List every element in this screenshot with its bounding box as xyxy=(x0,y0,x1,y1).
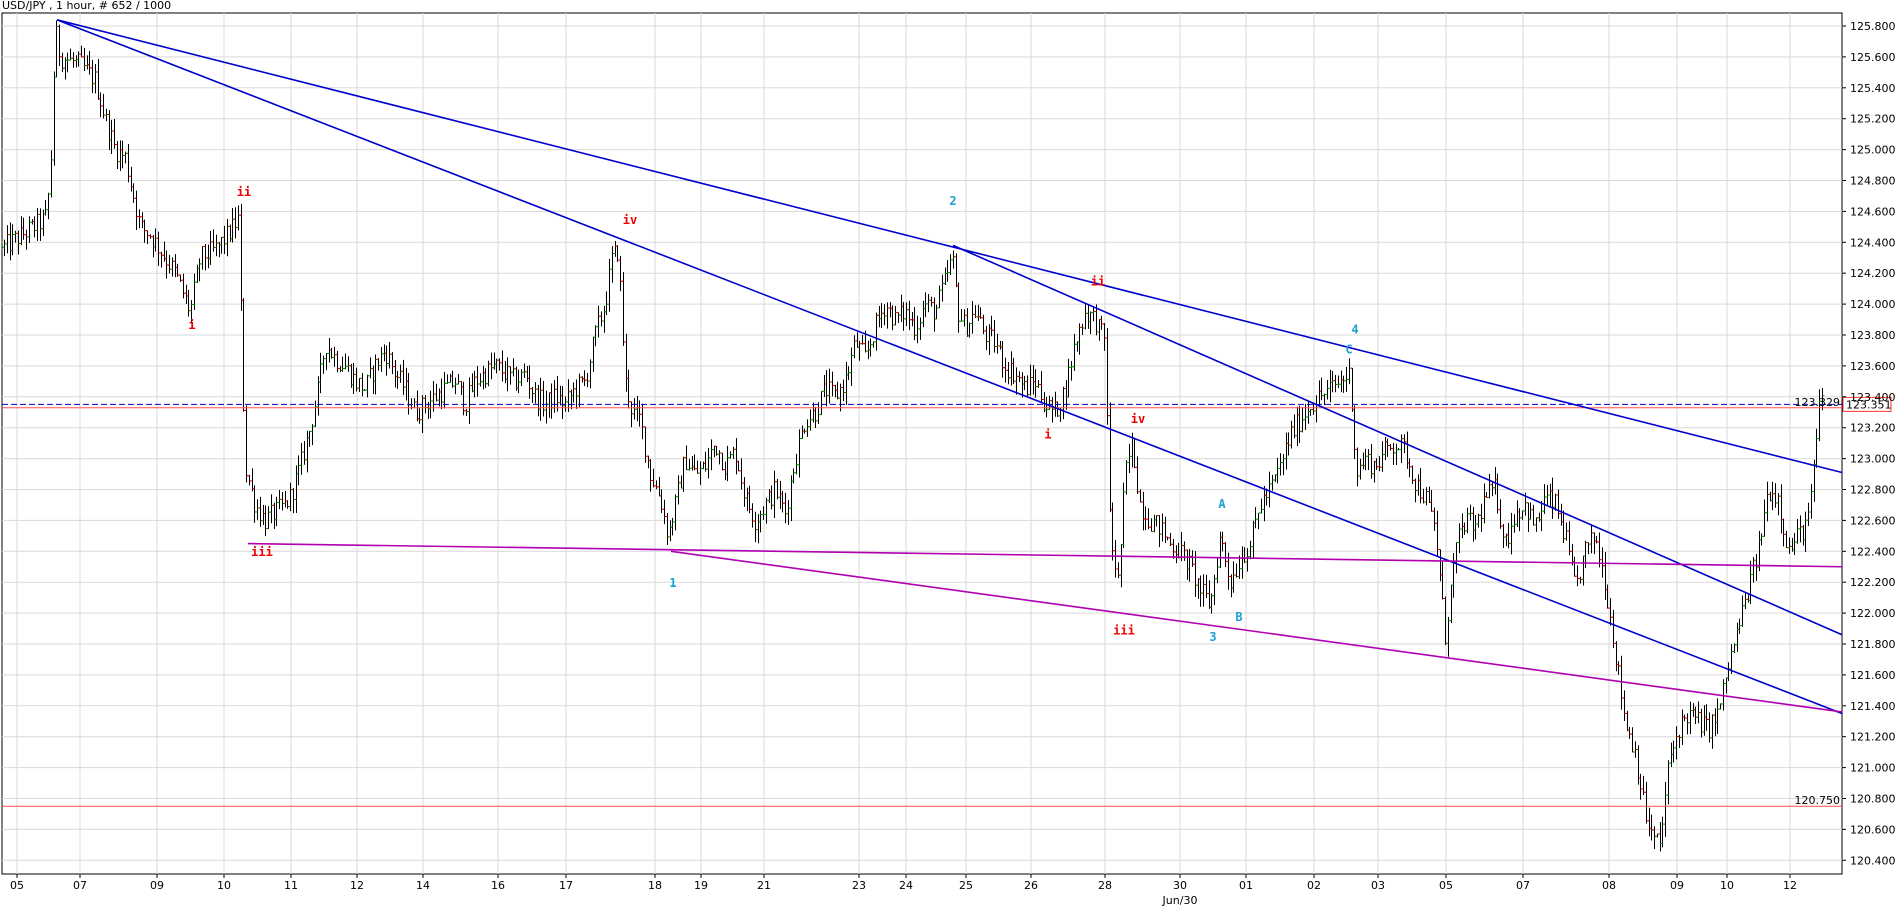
x-tick-label: 28 xyxy=(1098,879,1112,892)
y-tick-label: 121.200 xyxy=(1850,731,1896,744)
y-tick-label: 124.000 xyxy=(1850,298,1896,311)
y-tick-label: 120.800 xyxy=(1850,793,1896,806)
wave-label: iii xyxy=(251,545,273,559)
y-tick-label: 121.800 xyxy=(1850,638,1896,651)
x-tick-label: 23 xyxy=(852,879,866,892)
x-tick-label: 02 xyxy=(1307,879,1321,892)
x-tick-label: 30 xyxy=(1173,879,1187,892)
y-tick-label: 120.400 xyxy=(1850,854,1896,867)
y-tick-label: 121.600 xyxy=(1850,669,1896,682)
wave-label: 4 xyxy=(1351,322,1358,336)
y-axis: 125.800 125.600 125.400 125.200 125.000 124.8… xyxy=(1842,20,1896,867)
y-tick-label: 124.600 xyxy=(1850,205,1896,218)
y-tick-label: 124.200 xyxy=(1850,267,1896,280)
y-tick-label: 121.000 xyxy=(1850,762,1896,775)
y-tick-label: 123.400 xyxy=(1850,391,1896,404)
y-tick-label: 122.800 xyxy=(1850,484,1896,497)
x-tick-label: 11 xyxy=(284,879,298,892)
x-tick-label: 21 xyxy=(757,879,771,892)
x-tick-label: 18 xyxy=(648,879,662,892)
y-tick-label: 124.800 xyxy=(1850,175,1896,188)
price-line-label: 120.750 xyxy=(1795,794,1841,807)
x-tick-label: 10 xyxy=(217,879,231,892)
x-tick-label: 03 xyxy=(1371,879,1385,892)
wave-label: B xyxy=(1235,610,1242,624)
wave-label: ii xyxy=(1091,275,1105,289)
x-tick-label: 14 xyxy=(416,879,430,892)
x-tick-label: 24 xyxy=(899,879,913,892)
y-tick-label: 124.400 xyxy=(1850,236,1896,249)
y-tick-label: 125.400 xyxy=(1850,82,1896,95)
y-tick-label: 123.000 xyxy=(1850,453,1896,466)
y-tick-label: 120.600 xyxy=(1850,823,1896,836)
plot-area xyxy=(1,12,1843,875)
x-tick-label: 16 xyxy=(491,879,505,892)
wave-label: 3 xyxy=(1209,630,1216,644)
x-tick-label: 10 xyxy=(1720,879,1734,892)
wave-label: iv xyxy=(1131,412,1145,426)
wave-label: iv xyxy=(623,213,637,227)
wave-label: iii xyxy=(1113,624,1135,638)
x-tick-label: 17 xyxy=(559,879,573,892)
y-tick-label: 121.400 xyxy=(1850,700,1896,713)
wave-label: i xyxy=(1044,428,1051,442)
x-axis: 05 07 09 10 11 12 14 16 17 18 19 21 23 24 25 26 28 30 01 02… xyxy=(10,874,1797,907)
y-tick-label: 123.800 xyxy=(1850,329,1896,342)
y-tick-label: 125.000 xyxy=(1850,144,1896,157)
wave-label: C xyxy=(1345,343,1352,357)
x-tick-label: 09 xyxy=(150,879,164,892)
x-tick-label: 12 xyxy=(350,879,364,892)
y-tick-label: 125.200 xyxy=(1850,113,1896,126)
y-tick-label: 125.600 xyxy=(1850,51,1896,64)
y-tick-label: 122.400 xyxy=(1850,545,1896,558)
x-tick-label: 12 xyxy=(1783,879,1797,892)
x-tick-label: 07 xyxy=(73,879,87,892)
wave-label: ii xyxy=(237,185,251,199)
y-tick-label: 122.000 xyxy=(1850,607,1896,620)
x-tick-label: 08 xyxy=(1602,879,1616,892)
wave-label: 2 xyxy=(949,194,956,208)
x-month-label: Jun/30 xyxy=(1162,894,1198,907)
y-tick-label: 123.600 xyxy=(1850,360,1896,373)
wave-label: 1 xyxy=(669,576,676,590)
y-tick-label: 125.800 xyxy=(1850,20,1896,33)
x-tick-label: 05 xyxy=(1439,879,1453,892)
y-tick-label: 123.200 xyxy=(1850,422,1896,435)
price-chart: 123.351123.329120.750 iiiiiiiv12iiiiviii… xyxy=(1,12,1896,907)
x-tick-label: 07 xyxy=(1516,879,1530,892)
y-tick-label: 122.600 xyxy=(1850,514,1896,527)
price-line-label: 123.329 xyxy=(1795,396,1841,409)
wave-label: i xyxy=(188,318,195,332)
x-tick-label: 25 xyxy=(959,879,973,892)
y-tick-label: 122.200 xyxy=(1850,576,1896,589)
x-tick-label: 09 xyxy=(1670,879,1684,892)
wave-label: A xyxy=(1218,497,1226,511)
x-tick-label: 01 xyxy=(1239,879,1253,892)
x-tick-label: 05 xyxy=(10,879,24,892)
x-tick-label: 19 xyxy=(694,879,708,892)
x-tick-label: 26 xyxy=(1024,879,1038,892)
